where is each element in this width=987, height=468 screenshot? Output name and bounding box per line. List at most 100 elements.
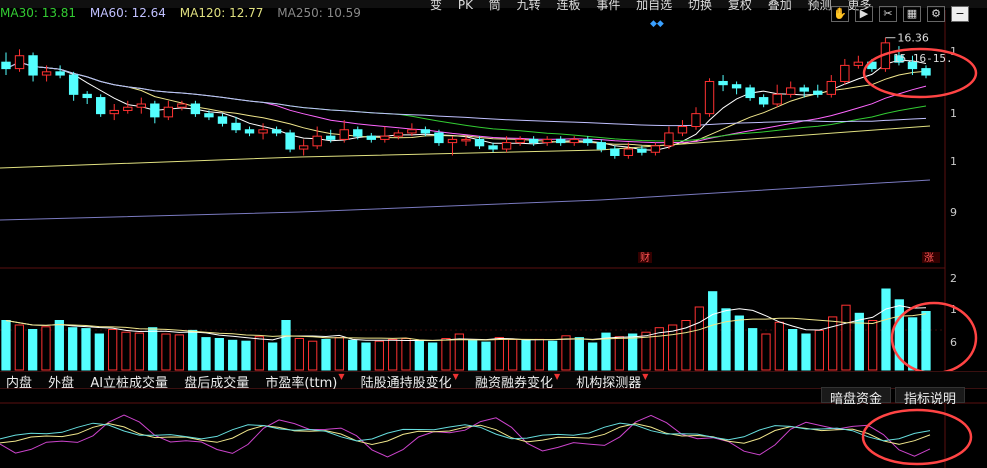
indicator-help-button[interactable]: 指标说明 (894, 387, 965, 407)
toolbar-item-bian[interactable]: 变 (430, 0, 442, 12)
candle (677, 120, 688, 137)
oscillator-line-cyan (0, 422, 931, 442)
volume-bar (201, 337, 211, 371)
volume-bar (841, 304, 851, 371)
volume-bar (614, 336, 624, 371)
ma120-line (0, 125, 931, 169)
volume-bar (81, 328, 91, 371)
volume-bar (574, 337, 584, 371)
volume-bar (348, 339, 358, 371)
tab-pe-ttm[interactable]: 市盈率(ttm)▼ (259, 372, 350, 391)
candle-body (136, 103, 146, 108)
volume-bar (814, 329, 824, 371)
candle-body (271, 129, 282, 134)
candle-body (704, 80, 715, 115)
volume-bar (428, 342, 438, 371)
volume-bar (281, 320, 291, 371)
candle-body (14, 55, 25, 70)
candle (799, 84, 809, 98)
volume-bar (548, 340, 558, 371)
toolbar-item-tong[interactable]: 筒 (489, 0, 501, 12)
legend-ma30: MA30: 13.81 (0, 6, 77, 20)
volume-bar (788, 329, 798, 371)
candle-body (393, 132, 404, 137)
candle-body (826, 80, 836, 95)
sub-indicator-buttons: 暗盘资金 指标说明 (820, 387, 965, 407)
candle-body (150, 103, 160, 118)
grid-icon[interactable]: ▦ (903, 6, 921, 22)
toolbar-item-forecast[interactable]: 预测 (808, 0, 832, 12)
candle-body (285, 132, 295, 150)
volume-bar (174, 334, 184, 371)
candle-body (569, 138, 579, 144)
gear-icon[interactable]: ⚙ (927, 6, 945, 22)
minimize-icon[interactable]: − (951, 6, 969, 22)
candle-body (731, 84, 742, 89)
annotation-circle-volume (890, 301, 978, 375)
candle-body (41, 71, 52, 76)
tab-after-hours-volume[interactable]: 盘后成交量 (178, 372, 255, 391)
candle (664, 126, 674, 150)
volume-bar (41, 326, 51, 371)
toolbar-item-lianban[interactable]: 连板 (556, 0, 580, 12)
candle-body (204, 113, 214, 118)
toolbar-item-add-watchlist[interactable]: 加自选 (636, 0, 672, 12)
candle (650, 142, 661, 156)
candle-body (312, 135, 322, 147)
candle-body (28, 55, 38, 76)
toolbar-item-jiuzhuan[interactable]: 九转 (517, 0, 541, 12)
candle-body (461, 138, 471, 142)
volume-tick-label: 6 (950, 336, 957, 349)
ma30-line (5, 61, 927, 142)
toolbar-item-switch[interactable]: 切换 (688, 0, 712, 12)
candle-body (758, 97, 769, 105)
candle (55, 65, 65, 79)
volume-bar (68, 327, 78, 371)
candle-body (190, 103, 201, 115)
candle-body (745, 87, 755, 99)
candle-body (96, 97, 106, 115)
stock-chart-window: 16.36 15.16-15. ◆◆ 财涨 1 1 1 9 2 1 6 变 PK 筒 九转 连板 事… (0, 0, 987, 468)
candle-body (650, 145, 661, 153)
tab-waipan[interactable]: 外盘 (42, 372, 80, 391)
volume-bar (694, 306, 704, 371)
candle (14, 49, 25, 72)
volume-bar (108, 329, 118, 371)
candle (366, 132, 376, 143)
tab-ai-volume[interactable]: AI立桩成交量 (84, 372, 174, 391)
tab-margin-trading[interactable]: 融资融券变化▼ (469, 372, 566, 391)
volume-bar (268, 342, 278, 371)
candle (583, 136, 593, 146)
candle (109, 104, 119, 121)
candle-body (434, 132, 444, 144)
candle-body (82, 93, 92, 99)
candle (528, 136, 539, 146)
candle (136, 97, 146, 114)
volume-bar (361, 342, 371, 371)
tab-northbound-holdings[interactable]: 陆股通持股变化▼ (355, 372, 465, 391)
volume-bar (441, 338, 451, 371)
play-icon[interactable]: ▶ (855, 6, 873, 22)
candle-body (556, 138, 566, 144)
toolbar-item-pk[interactable]: PK (458, 0, 473, 12)
volume-bar (334, 337, 344, 371)
tab-institution-detector[interactable]: 机构探测器▼ (570, 372, 654, 391)
scissors-icon[interactable]: ✂ (879, 6, 897, 22)
toolbar-item-overlay[interactable]: 叠加 (768, 0, 792, 12)
candle (569, 136, 579, 146)
candle-body (853, 61, 864, 66)
hand-icon[interactable]: ✋ (831, 6, 849, 22)
toolbar-item-shijian[interactable]: 事件 (596, 0, 620, 12)
toolbar-item-adjust[interactable]: 复权 (728, 0, 752, 12)
dark-pool-button[interactable]: 暗盘资金 (820, 387, 891, 407)
volume-bar (854, 312, 864, 371)
tab-neipan[interactable]: 内盘 (0, 372, 38, 391)
candle (515, 136, 525, 146)
candle-body (772, 93, 782, 105)
volume-bar (921, 311, 931, 371)
volume-bar (254, 336, 264, 371)
candle-body (528, 138, 539, 144)
candle-body (691, 113, 701, 128)
volume-bar (908, 317, 918, 371)
candle-body (109, 109, 119, 115)
